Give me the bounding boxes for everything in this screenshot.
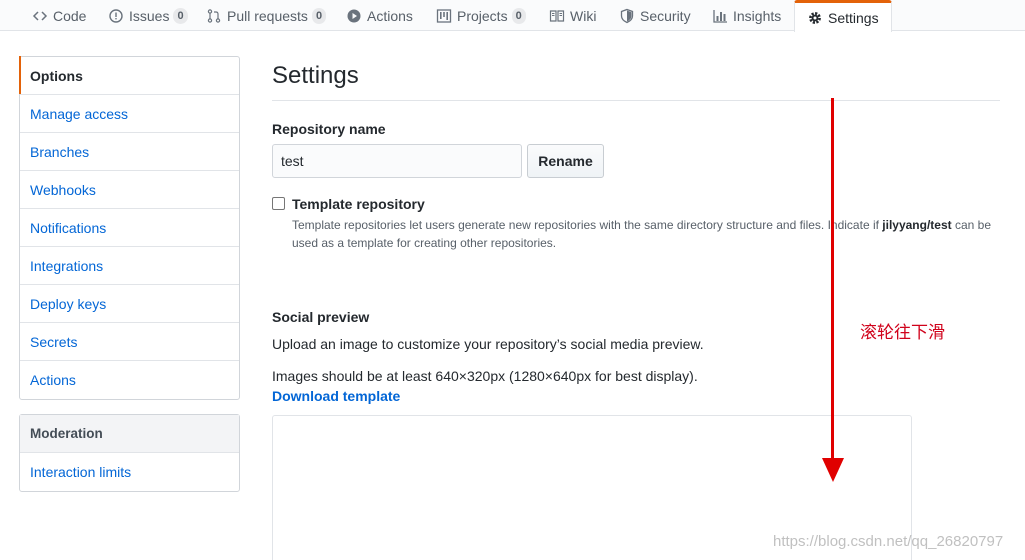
- moderation-sidebar: Moderation Interaction limits: [19, 414, 240, 492]
- note-text: Template repositories let users generate…: [292, 218, 883, 232]
- sidebar-item-options[interactable]: Options: [19, 56, 239, 95]
- issue-icon: [108, 8, 124, 24]
- book-icon: [549, 8, 565, 24]
- sidebar-item-branches[interactable]: Branches: [20, 133, 239, 171]
- page-title: Settings: [272, 62, 359, 89]
- sidebar-item-label: Branches: [30, 144, 90, 160]
- project-icon: [436, 8, 452, 24]
- sidebar-item-label: Secrets: [30, 334, 78, 350]
- template-repository-label: Template repository: [292, 196, 425, 212]
- scroll-annotation: 滚轮往下滑: [860, 323, 945, 343]
- social-preview-heading: Social preview: [272, 309, 370, 325]
- repo-name-input[interactable]: [272, 144, 522, 178]
- sidebar-item-label: Manage access: [30, 106, 129, 122]
- moderation-heading: Moderation: [20, 415, 239, 453]
- tab-label: Security: [640, 7, 691, 24]
- download-template-link[interactable]: Download template: [272, 388, 400, 404]
- sidebar-item-interaction-limits[interactable]: Interaction limits: [20, 453, 239, 491]
- tab-settings[interactable]: Settings: [794, 0, 892, 32]
- code-icon: [32, 8, 48, 24]
- template-repository-note: Template repositories let users generate…: [292, 216, 992, 252]
- tab-wiki[interactable]: Wiki: [549, 0, 596, 31]
- social-preview-description: Upload an image to customize your reposi…: [272, 336, 704, 352]
- scroll-arrow-head: [822, 458, 844, 482]
- play-icon: [346, 8, 362, 24]
- tab-label: Projects: [457, 7, 508, 24]
- sidebar-item-integrations[interactable]: Integrations: [20, 247, 239, 285]
- sidebar-item-notifications[interactable]: Notifications: [20, 209, 239, 247]
- sidebar-item-label: Options: [30, 68, 83, 84]
- tab-code[interactable]: Code: [32, 0, 86, 31]
- scroll-arrow-line: [831, 98, 834, 464]
- tab-label: Wiki: [570, 7, 597, 24]
- repo-name-label: Repository name: [272, 121, 386, 137]
- tab-label: Actions: [367, 7, 413, 24]
- rename-button[interactable]: Rename: [527, 144, 604, 178]
- watermark: https://blog.csdn.net/qq_26820797: [773, 533, 1004, 550]
- sidebar-item-webhooks[interactable]: Webhooks: [20, 171, 239, 209]
- repo-nav-tabs: Code Issues 0 Pull requests 0 Actions Pr…: [0, 0, 1025, 32]
- graph-icon: [712, 8, 728, 24]
- pull-requests-counter: 0: [311, 7, 327, 24]
- tab-label: Issues: [129, 7, 170, 24]
- sidebar-item-label: Actions: [30, 372, 76, 388]
- tab-label: Pull requests: [227, 7, 308, 24]
- tab-label: Code: [53, 7, 87, 24]
- tab-actions[interactable]: Actions: [346, 0, 413, 31]
- sidebar-item-actions[interactable]: Actions: [20, 361, 239, 399]
- tab-projects[interactable]: Projects 0: [436, 0, 526, 31]
- note-repo-name: jilyyang/test: [882, 218, 952, 232]
- sidebar-item-label: Webhooks: [30, 182, 96, 198]
- title-divider: [272, 100, 1000, 101]
- tab-label: Settings: [828, 9, 879, 26]
- tab-pull-requests[interactable]: Pull requests 0: [206, 0, 327, 31]
- settings-sidebar: Options Manage access Branches Webhooks …: [19, 56, 240, 400]
- tab-issues[interactable]: Issues 0: [108, 0, 188, 31]
- projects-counter: 0: [511, 7, 526, 24]
- tab-label: Insights: [733, 7, 782, 24]
- sidebar-item-label: Notifications: [30, 220, 107, 236]
- shield-icon: [619, 8, 635, 24]
- pull-request-icon: [206, 8, 222, 24]
- tab-security[interactable]: Security: [619, 0, 691, 31]
- sidebar-item-manage-access[interactable]: Manage access: [20, 95, 239, 133]
- template-repository-checkbox[interactable]: [272, 197, 285, 210]
- sidebar-item-label: Integrations: [30, 258, 104, 274]
- issues-counter: 0: [173, 7, 188, 24]
- sidebar-item-label: Deploy keys: [30, 296, 107, 312]
- social-preview-requirement: Images should be at least 640×320px (128…: [272, 368, 698, 384]
- sidebar-item-label: Interaction limits: [30, 464, 132, 480]
- gear-icon: [807, 10, 823, 26]
- sidebar-item-deploy-keys[interactable]: Deploy keys: [20, 285, 239, 323]
- tab-insights[interactable]: Insights: [712, 0, 781, 31]
- sidebar-item-secrets[interactable]: Secrets: [20, 323, 239, 361]
